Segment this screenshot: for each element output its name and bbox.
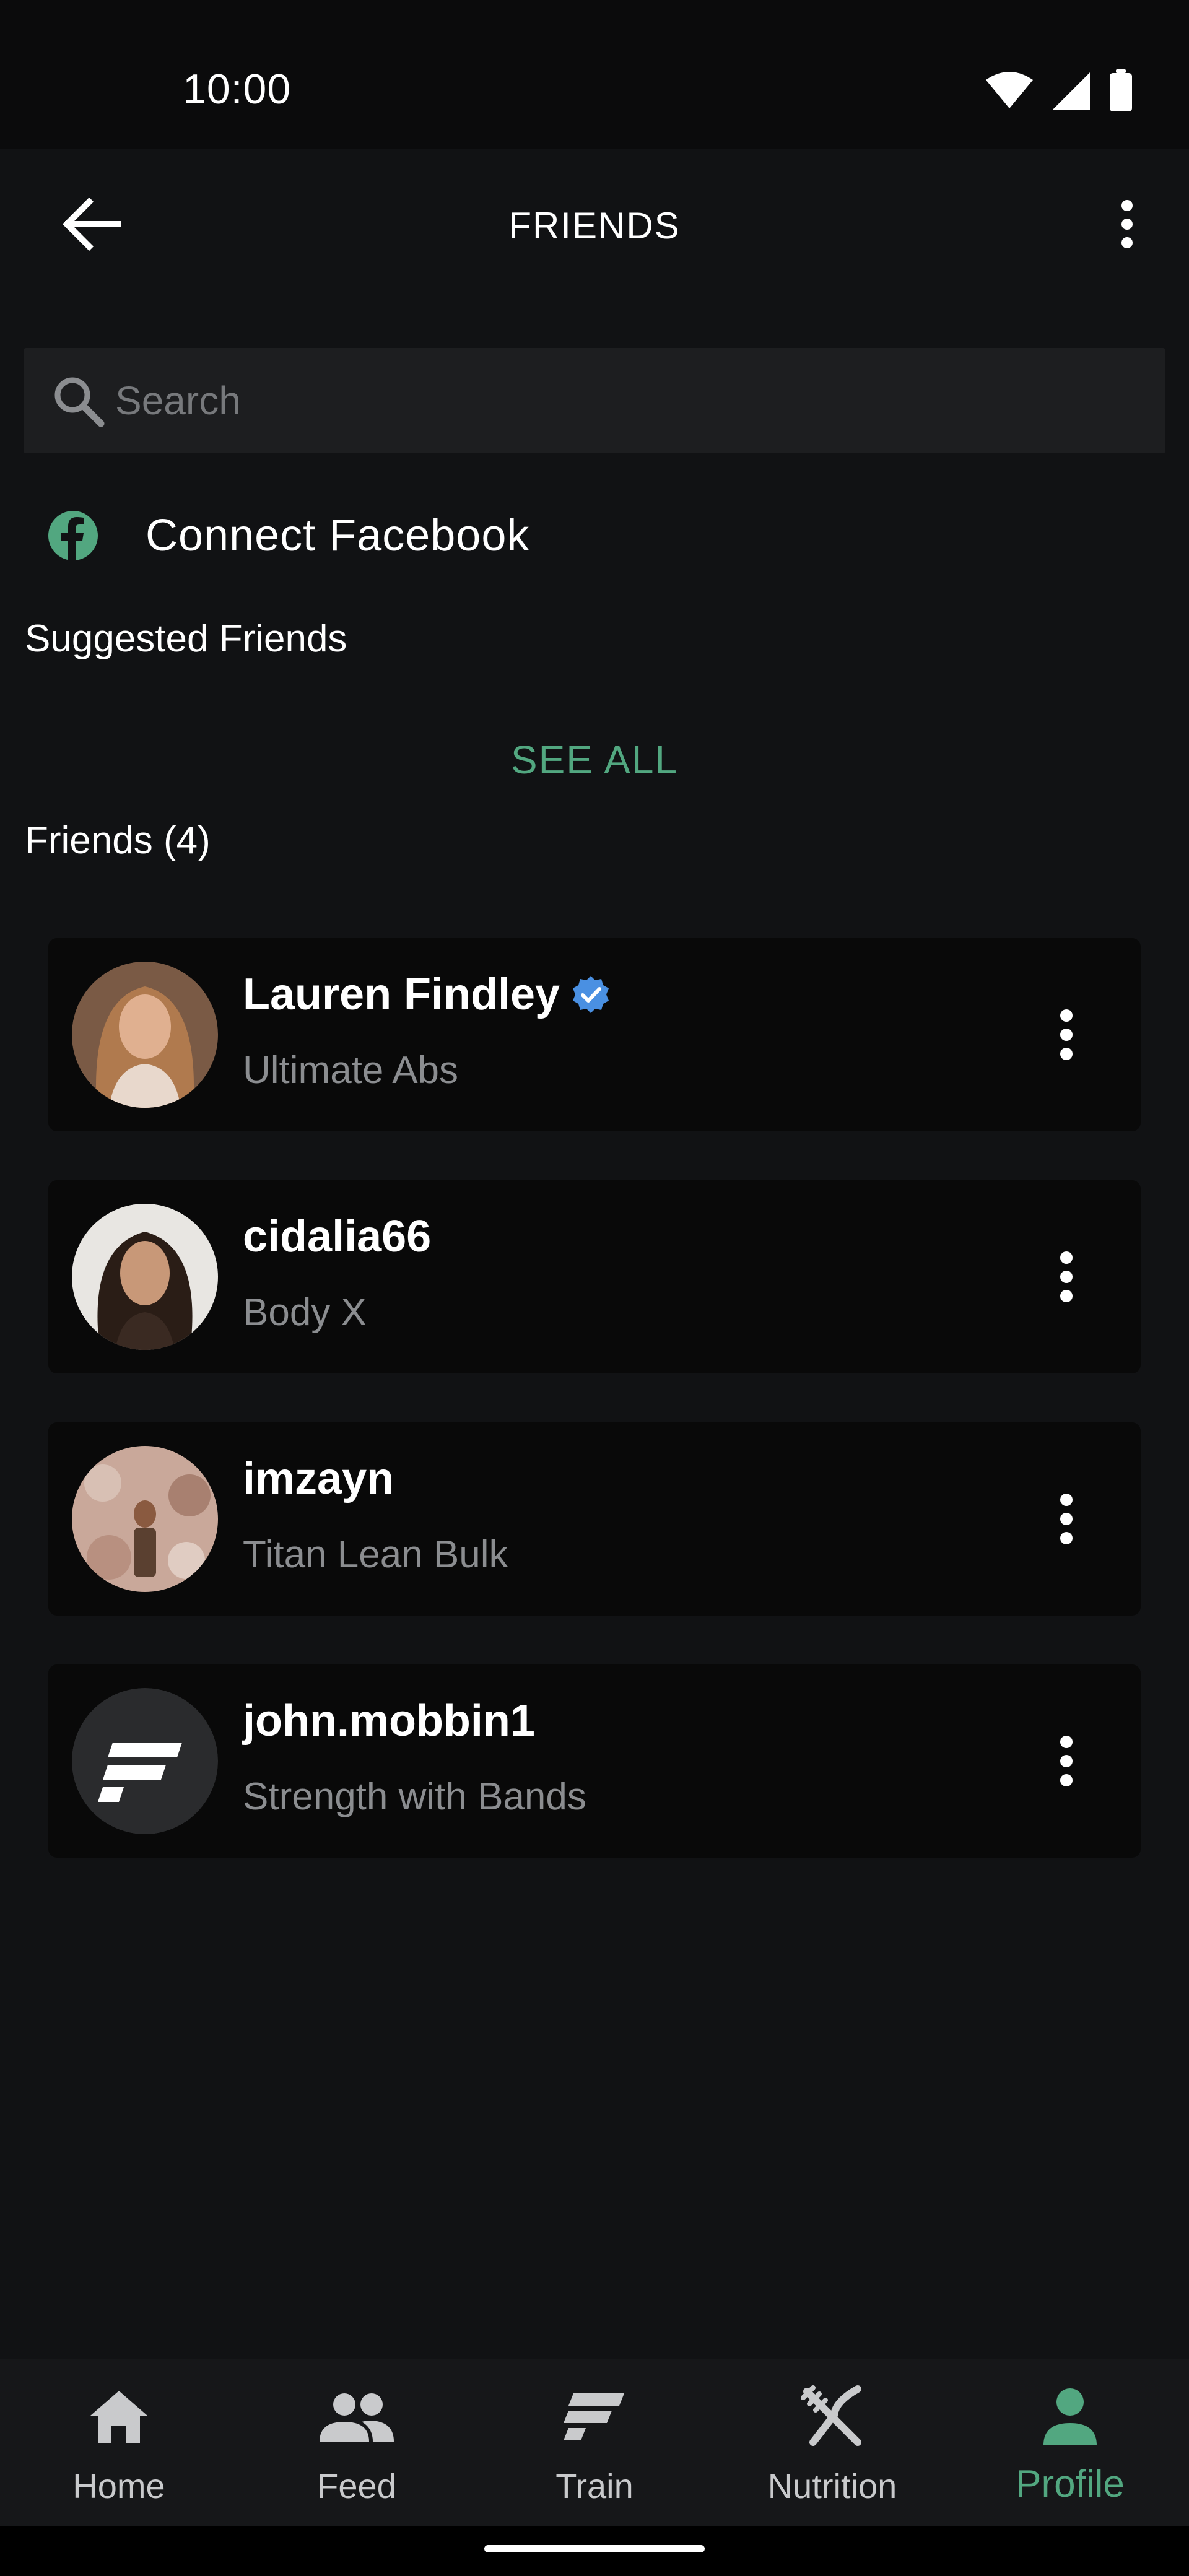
status-icons — [985, 69, 1133, 113]
friend-card[interactable]: cidalia66 Body X — [48, 1180, 1141, 1373]
home-icon — [0, 2383, 238, 2451]
nav-label: Feed — [317, 2466, 396, 2505]
nav-label: Profile — [1016, 2463, 1125, 2505]
friend-name-text: Lauren Findley — [243, 970, 560, 1019]
friend-program: Titan Lean Bulk — [243, 1533, 508, 1576]
page-title: FRIENDS — [508, 205, 681, 246]
cellular-signal-icon — [1053, 72, 1090, 110]
wifi-icon — [986, 72, 1033, 108]
connect-facebook-label: Connect Facebook — [146, 511, 530, 560]
more-vertical-icon — [1121, 200, 1133, 248]
nav-item-profile[interactable]: Profile — [951, 2359, 1189, 2526]
facebook-icon — [45, 508, 101, 564]
search-placeholder: Search — [115, 378, 241, 423]
friend-card[interactable]: Lauren Findley Ultimate Abs — [48, 938, 1141, 1131]
see-all-button[interactable]: SEE ALL — [0, 737, 1189, 783]
friend-name-text: imzayn — [243, 1454, 394, 1503]
friend-name: cidalia66 — [243, 1211, 431, 1262]
friend-name: Lauren Findley — [243, 969, 611, 1020]
bottom-navigation: Home Feed Train Nutrition Profile — [0, 2359, 1189, 2526]
avatar — [72, 1204, 218, 1350]
friend-menu-button[interactable] — [1029, 1240, 1104, 1314]
friend-card[interactable]: imzayn Titan Lean Bulk — [48, 1422, 1141, 1616]
friend-name: john.mobbin1 — [243, 1695, 535, 1746]
system-gesture-bar — [0, 2526, 1189, 2576]
friends-heading: Friends (4) — [25, 819, 211, 862]
nav-label: Train — [555, 2466, 634, 2505]
nav-item-feed[interactable]: Feed — [238, 2359, 476, 2526]
nav-label: Home — [72, 2466, 165, 2505]
search-icon — [47, 370, 109, 432]
nav-label: Nutrition — [767, 2466, 897, 2505]
status-bar: 10:00 — [0, 0, 1189, 149]
more-vertical-icon — [1060, 1494, 1073, 1544]
fork-knife-icon — [713, 2383, 951, 2451]
verified-badge-icon — [571, 975, 611, 1014]
people-icon — [238, 2383, 476, 2451]
suggested-friends-heading: Suggested Friends — [25, 617, 347, 660]
overflow-menu-button[interactable] — [1090, 187, 1164, 261]
app-bar: FRIENDS — [0, 149, 1189, 303]
person-icon — [951, 2383, 1189, 2451]
avatar — [72, 1446, 218, 1592]
friend-menu-button[interactable] — [1029, 998, 1104, 1072]
friend-program: Body X — [243, 1291, 367, 1334]
friend-program: Ultimate Abs — [243, 1049, 459, 1092]
status-time: 10:00 — [183, 66, 292, 113]
nav-item-train[interactable]: Train — [476, 2359, 713, 2526]
more-vertical-icon — [1060, 1736, 1073, 1786]
more-vertical-icon — [1060, 1009, 1073, 1060]
avatar — [72, 962, 218, 1108]
home-indicator[interactable] — [484, 2545, 705, 2552]
friend-card[interactable]: john.mobbin1 Strength with Bands — [48, 1664, 1141, 1858]
nav-item-home[interactable]: Home — [0, 2359, 238, 2526]
friend-name: imzayn — [243, 1453, 394, 1504]
more-vertical-icon — [1060, 1251, 1073, 1302]
search-input[interactable]: Search — [24, 348, 1165, 453]
nav-item-nutrition[interactable]: Nutrition — [713, 2359, 951, 2526]
friend-name-text: john.mobbin1 — [243, 1696, 535, 1746]
friend-menu-button[interactable] — [1029, 1724, 1104, 1798]
friend-menu-button[interactable] — [1029, 1482, 1104, 1556]
battery-icon — [1110, 69, 1132, 111]
friend-name-text: cidalia66 — [243, 1212, 432, 1261]
friend-program: Strength with Bands — [243, 1775, 586, 1818]
avatar — [72, 1688, 218, 1834]
train-logo-icon — [476, 2383, 713, 2451]
connect-facebook-button[interactable]: Connect Facebook — [24, 489, 1165, 582]
